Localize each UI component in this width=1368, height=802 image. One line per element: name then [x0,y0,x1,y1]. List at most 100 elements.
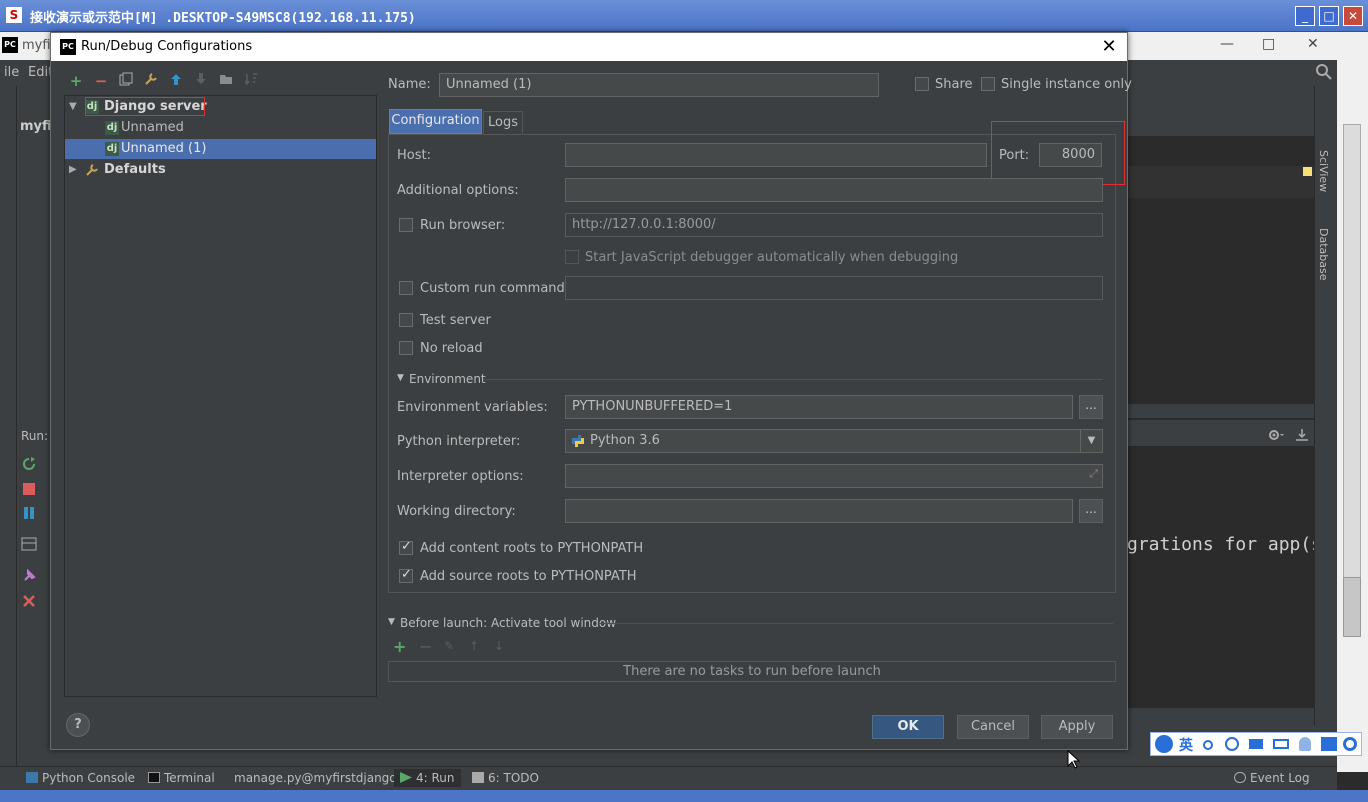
working-directory-browse-button[interactable]: ... [1079,499,1103,523]
ime-toolbar[interactable]: 英 [1150,732,1362,756]
host-label: Host: [397,148,431,163]
ime-scissor-icon[interactable] [1249,739,1263,749]
menu-file[interactable]: ile [4,65,19,80]
ime-skin-icon[interactable] [1321,737,1337,751]
ime-language[interactable]: 英 [1179,735,1193,755]
env-vars-input[interactable]: PYTHONUNBUFFERED=1 [565,395,1073,419]
add-content-roots-checkbox[interactable] [399,539,413,555]
apply-button[interactable]: Apply [1041,715,1113,739]
remote-minimize-button[interactable]: _ [1295,6,1315,26]
host-input[interactable] [565,143,987,167]
remove-task-icon[interactable]: − [419,637,432,656]
settings-gear-icon[interactable] [1267,428,1285,442]
run-browser-checkbox[interactable] [399,218,413,232]
ok-button[interactable]: OK [872,715,944,739]
database-tool-tab[interactable]: Database [1317,228,1330,281]
additional-options-input[interactable] [565,178,1103,202]
environment-collapse-icon[interactable]: ▼ [397,373,404,383]
tab-configuration[interactable]: Configuration [389,109,482,134]
scrollbar-track[interactable] [1343,124,1361,594]
tree-node-unnamed-1[interactable]: dj Unnamed (1) [65,139,376,159]
dialog-close-button[interactable]: ✕ [1097,35,1121,59]
run-debug-configurations-dialog: PC Run/Debug Configurations ✕ + − ▼ dj D… [50,32,1132,750]
custom-run-label: Custom run command: [420,281,570,296]
hide-panel-icon[interactable] [1295,428,1309,442]
folder-icon[interactable] [217,71,235,91]
close-run-icon[interactable] [22,594,36,608]
collapse-arrow-icon[interactable]: ▼ [69,97,77,117]
remote-window-titlebar: S 接收演示或示范中[M] .DESKTOP-S49MSC8(192.168.1… [0,0,1368,32]
ime-logo-icon[interactable] [1155,735,1173,753]
js-debugger-checkbox[interactable] [565,250,579,264]
chevron-down-icon[interactable]: ▼ [1080,430,1102,452]
copy-icon[interactable] [117,71,135,91]
run-browser-label: Run browser: [420,218,506,233]
ime-emoji-icon[interactable] [1225,737,1239,751]
sort-icon[interactable] [242,71,260,91]
before-launch-task-list[interactable]: There are no tasks to run before launch [388,661,1116,682]
rerun-icon[interactable] [22,457,36,471]
custom-run-checkbox[interactable] [399,281,413,295]
scrollbar-thumb[interactable] [1343,577,1361,637]
edit-task-icon[interactable]: ✎ [444,639,454,653]
ime-keyboard-icon[interactable] [1273,739,1289,749]
mouse-cursor-icon [1067,750,1081,769]
sciview-tool-tab[interactable]: SciView [1317,150,1330,192]
expand-arrow-icon[interactable]: ▶ [69,160,77,180]
add-source-roots-checkbox[interactable] [399,567,413,583]
ime-punct-icon[interactable] [1203,740,1213,750]
share-checkbox[interactable] [915,77,929,91]
before-launch-collapse-icon[interactable]: ▼ [388,617,395,627]
task-down-icon[interactable]: ↓ [494,639,504,653]
tree-node-defaults[interactable]: ▶ Defaults [65,160,376,180]
no-reload-checkbox[interactable] [399,341,413,355]
remote-scrollbar[interactable] [1337,32,1368,772]
move-down-icon[interactable] [192,71,210,91]
add-icon[interactable]: + [67,71,85,91]
run-browser-url-input[interactable]: http://127.0.0.1:8000/ [565,213,1103,237]
highlight-box [85,97,205,116]
working-directory-input[interactable] [565,499,1073,523]
ide-maximize-button[interactable]: □ [1262,36,1275,52]
remote-close-button[interactable]: ✕ [1343,6,1363,26]
add-task-icon[interactable]: + [393,637,406,656]
custom-run-input[interactable] [565,276,1103,300]
task-up-icon[interactable]: ↑ [469,639,479,653]
test-server-checkbox[interactable] [399,313,413,327]
tree-node-unnamed[interactable]: dj Unnamed [65,118,376,138]
search-icon[interactable] [1316,64,1332,80]
expand-icon[interactable]: ⤢ [1089,467,1098,481]
before-launch-label: Before launch: Activate tool window [400,616,617,630]
cancel-button[interactable]: Cancel [957,715,1029,739]
remote-maximize-button[interactable]: □ [1319,6,1339,26]
terminal-tab[interactable]: Terminal [148,771,215,785]
interpreter-options-input[interactable]: ⤢ [565,464,1103,488]
ime-user-icon[interactable] [1299,737,1311,751]
wrench-icon[interactable] [142,71,160,91]
interpreter-select[interactable]: Python 3.6 ▼ [565,429,1103,453]
ide-close-button[interactable]: ✕ [1307,36,1319,52]
remove-icon[interactable]: − [92,71,110,91]
manage-py-tab[interactable]: manage.py@myfirstdjango [234,771,397,785]
move-up-icon[interactable] [167,71,185,91]
run-icon [400,772,412,783]
pin-icon[interactable] [21,568,37,584]
python-console-tab[interactable]: Python Console [26,771,135,785]
layout-icon[interactable] [21,537,37,551]
help-button[interactable]: ? [66,713,90,737]
env-vars-browse-button[interactable]: ... [1079,395,1103,419]
configuration-tree: ▼ dj Django server dj Unnamed dj Unnamed… [64,95,377,697]
configuration-panel [388,134,1116,593]
name-input[interactable]: Unnamed (1) [439,73,879,97]
tab-logs[interactable]: Logs [483,111,523,134]
run-tab[interactable]: 4: Run [394,769,461,787]
pause-icon[interactable] [22,506,36,520]
ide-minimize-button[interactable]: — [1220,36,1234,52]
stop-icon[interactable] [22,482,36,496]
single-instance-checkbox[interactable] [981,77,995,91]
todo-tab[interactable]: 6: TODO [472,771,539,785]
event-log-tab[interactable]: Event Log [1234,771,1310,785]
ime-settings-icon[interactable] [1343,737,1357,751]
remote-status-strip [0,790,1368,802]
additional-options-label: Additional options: [397,183,519,198]
